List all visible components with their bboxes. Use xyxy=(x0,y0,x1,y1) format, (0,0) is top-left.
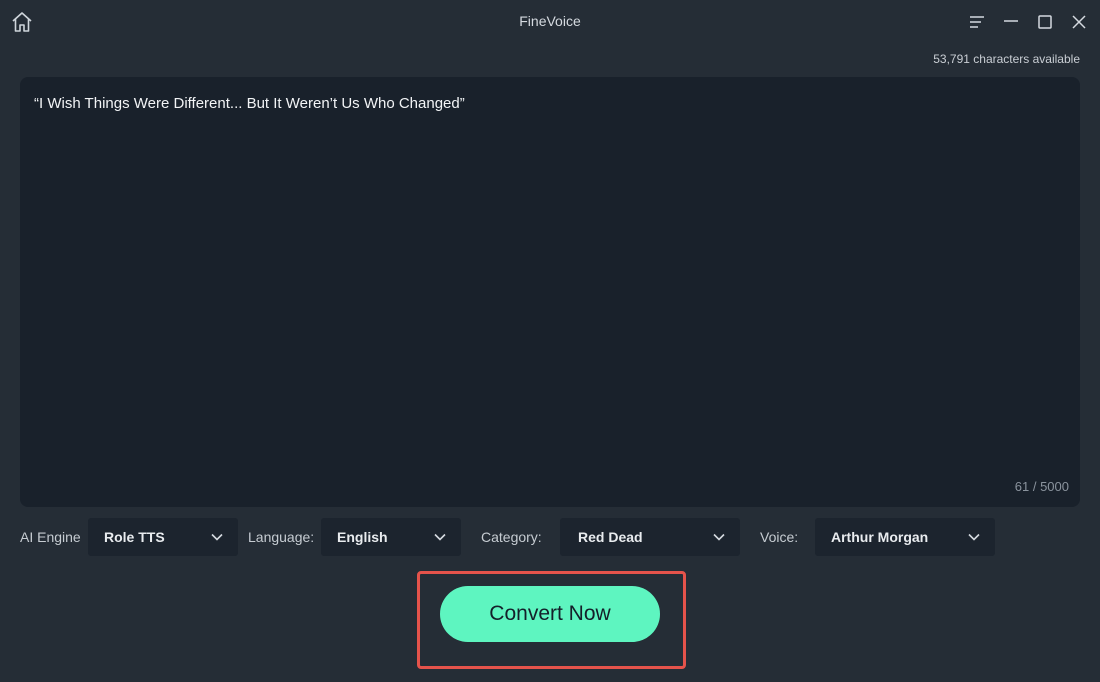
chevron-down-icon xyxy=(434,533,446,541)
voice-settings-bar: AI Engine Role TTS Language: English Cat… xyxy=(0,518,1100,556)
maximize-icon xyxy=(1038,15,1052,29)
close-icon xyxy=(1072,15,1086,29)
menu-icon xyxy=(970,16,984,28)
category-value: Red Dead xyxy=(578,529,643,545)
category-select[interactable]: Red Dead xyxy=(560,518,740,556)
language-value: English xyxy=(337,529,388,545)
menu-button[interactable] xyxy=(967,12,987,32)
character-count: 61 / 5000 xyxy=(1014,479,1069,494)
characters-available: 53,791 characters available xyxy=(933,52,1080,66)
chevron-down-icon xyxy=(713,533,725,541)
app-title: FineVoice xyxy=(519,13,581,29)
language-select[interactable]: English xyxy=(321,518,461,556)
voice-value: Arthur Morgan xyxy=(831,529,929,545)
chevron-down-icon xyxy=(211,533,223,541)
ai-engine-value: Role TTS xyxy=(104,529,165,545)
minimize-button[interactable] xyxy=(1001,12,1021,32)
chevron-down-icon xyxy=(968,533,980,541)
ai-engine-label: AI Engine xyxy=(20,529,81,545)
minimize-icon xyxy=(1004,20,1018,22)
ai-engine-select[interactable]: Role TTS xyxy=(88,518,238,556)
title-bar: FineVoice xyxy=(0,0,1100,44)
input-text[interactable]: “I Wish Things Were Different... But It … xyxy=(34,95,1066,112)
voice-select[interactable]: Arthur Morgan xyxy=(815,518,995,556)
close-button[interactable] xyxy=(1069,12,1089,32)
convert-now-button[interactable]: Convert Now xyxy=(440,586,660,642)
category-label: Category: xyxy=(481,529,542,545)
text-input-area[interactable]: “I Wish Things Were Different... But It … xyxy=(20,77,1080,507)
voice-label: Voice: xyxy=(760,529,799,545)
maximize-button[interactable] xyxy=(1035,12,1055,32)
language-label: Language: xyxy=(248,529,315,545)
